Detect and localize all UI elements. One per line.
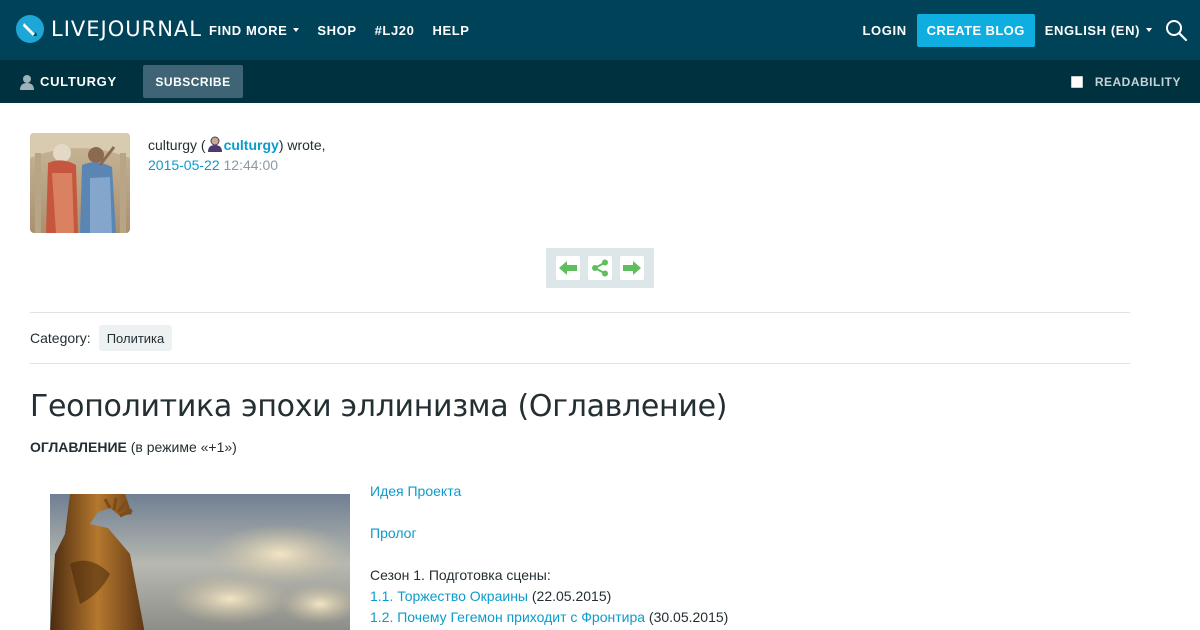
search-icon[interactable] [1164,18,1188,42]
post-body: Идея Проекта Пролог Сезон 1. Подготовка … [370,481,728,628]
post-date-line: 2015-05-22 12:44:00 [148,157,278,173]
toc-heading-rest: (в режиме «+1») [126,439,237,455]
nav-help[interactable]: HELP [432,23,469,38]
nav-help-label: HELP [432,22,470,38]
main-nav: FIND MORE SHOP #LJ20 HELP [209,0,488,60]
category-label: Category: [30,330,91,346]
post-date-link[interactable]: 2015-05-22 [148,157,220,173]
readability-label: READABILITY [1094,74,1181,89]
season-1-heading: Сезон 1. Подготовка сцены: [370,567,551,583]
author-suffix: ) wrote, [278,137,326,153]
journal-name-link[interactable]: CULTURGY [20,60,117,103]
livejournal-pencil-icon [16,15,44,43]
nav-find-more[interactable]: FIND MORE [209,22,300,38]
subscribe-button[interactable]: SUBSCRIBE [143,65,243,98]
divider [30,312,1130,313]
post-category: Category: Политика [30,325,173,351]
author-prefix: culturgy ( [148,137,206,153]
episode-row: 1.1. Торжество Окраины (22.05.2015) [370,586,728,607]
nav-lj20-label: #LJ20 [374,22,415,38]
link-prologue[interactable]: Пролог [370,525,417,541]
user-icon [20,74,34,90]
arrow-left-icon [559,261,577,275]
post-image [50,494,350,630]
chevron-down-icon [1146,28,1152,32]
share-button[interactable] [588,256,612,280]
post-actions [546,248,654,288]
create-blog-button[interactable]: CREATE BLOG [916,13,1035,47]
readability-checkbox[interactable] [1070,75,1083,88]
nav-lj20[interactable]: #LJ20 [375,23,415,38]
divider [30,363,1130,364]
right-nav: LOGIN CREATE BLOG ENGLISH (EN) [863,0,1200,60]
arrow-right-icon [623,261,641,275]
toc-heading-bold: ОГЛАВЛЕНИЕ [30,439,127,455]
share-icon [592,259,608,277]
top-navbar: LIVEJOURNAL FIND MORE SHOP #LJ20 HELP LO… [0,0,1200,60]
nav-shop-label: SHOP [317,22,357,38]
user-icon [207,136,222,152]
episode-1-1-date: (22.05.2015) [528,588,612,604]
previous-post-button[interactable] [556,256,580,280]
next-post-button[interactable] [620,256,644,280]
post-author-line: culturgy ( culturgy) wrote, [148,136,326,153]
chevron-down-icon [293,28,300,32]
logo-text: LIVEJOURNAL [51,17,202,41]
journal-name-label: CULTURGY [40,74,117,89]
journal-bar: CULTURGY SUBSCRIBE READABILITY [0,60,1200,103]
author-avatar[interactable] [30,133,130,233]
post-time: 12:44:00 [223,157,279,173]
post-title: Геополитика эпохи эллинизма (Оглавление) [30,389,728,424]
toc-heading: ОГЛАВЛЕНИЕ (в режиме «+1») [30,439,237,455]
link-episode-1-1[interactable]: 1.1. Торжество Окраины [370,588,528,604]
episode-1-2-date: (30.05.2015) [645,609,729,625]
readability-toggle[interactable]: READABILITY [1070,60,1181,103]
language-selector[interactable]: ENGLISH (EN) [1045,23,1152,38]
link-episode-1-2[interactable]: 1.2. Почему Гегемон приходит с Фронтира [370,609,645,625]
livejournal-logo[interactable]: LIVEJOURNAL [16,15,202,43]
language-label: ENGLISH (EN) [1044,22,1140,38]
nav-shop[interactable]: SHOP [317,23,356,38]
episode-row: 1.2. Почему Гегемон приходит с Фронтира … [370,607,728,628]
link-idea[interactable]: Идея Проекта [370,483,461,499]
author-username-link[interactable]: culturgy [224,137,279,153]
login-link[interactable]: LOGIN [863,23,907,38]
category-tag[interactable]: Политика [98,325,173,351]
nav-find-more-label: FIND MORE [209,22,288,38]
